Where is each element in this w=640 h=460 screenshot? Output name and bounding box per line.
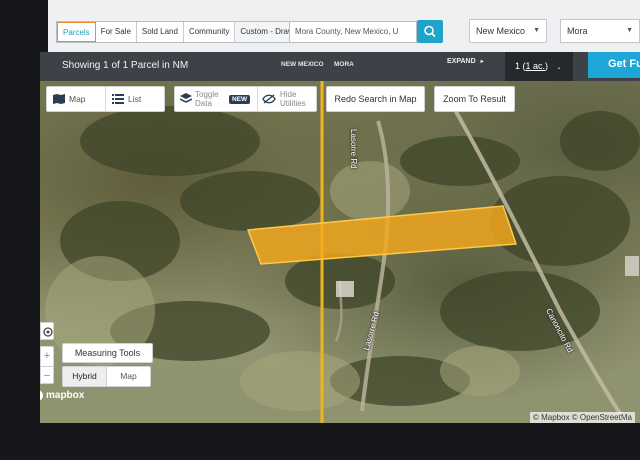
county-select[interactable]: Mora ▼	[560, 19, 640, 43]
building	[336, 281, 354, 297]
search-icon	[424, 25, 436, 38]
tab-community[interactable]: Community	[184, 22, 236, 42]
basemap-switcher: Hybrid Map	[62, 366, 151, 387]
hide-utilities-label-1: Hide	[280, 90, 297, 99]
state-select-value: New Mexico	[476, 26, 526, 36]
map-layer-button[interactable]: Map	[106, 367, 150, 386]
new-badge: NEW	[229, 95, 251, 104]
count-acres: 1 ac.	[525, 61, 546, 71]
hybrid-layer-button[interactable]: Hybrid	[63, 367, 106, 386]
mapbox-logo[interactable]: mapbox	[40, 390, 84, 401]
map-view-button[interactable]: Map	[47, 87, 105, 111]
county-select-value: Mora	[567, 26, 588, 36]
map-icon	[53, 94, 65, 104]
filter-tabs: Parcels For Sale Sold Land Community Cus…	[56, 21, 301, 43]
count-suffix: )	[545, 61, 549, 71]
chevron-right-icon: ▸	[480, 59, 484, 65]
search-button[interactable]	[417, 20, 443, 43]
view-toggle: Map List	[46, 86, 165, 112]
zoom-in-button[interactable]: +	[41, 347, 53, 366]
chevron-down-icon: ⌄	[556, 65, 562, 71]
tab-sold-land[interactable]: Sold Land	[137, 22, 184, 42]
redo-search-button[interactable]: Redo Search in Map	[326, 86, 425, 112]
hide-utilities-button[interactable]: Hide Utilities	[257, 87, 317, 111]
filter-toolbar: Parcels For Sale Sold Land Community Cus…	[48, 0, 640, 52]
count-prefix: 1 (	[515, 61, 526, 71]
locate-button[interactable]	[40, 322, 54, 340]
breadcrumb-state[interactable]: NEW MEXICO	[281, 61, 324, 68]
satellite-map[interactable]: Lasorre Rd Lasorre Rd Canoncito Rd Map L…	[40, 81, 640, 423]
device-screen: Parcels For Sale Sold Land Community Cus…	[0, 0, 640, 460]
zoom-to-result-button[interactable]: Zoom To Result	[434, 86, 515, 112]
parcel-count-dropdown[interactable]: 1 (1 ac.) ⌄	[505, 52, 573, 81]
state-select[interactable]: New Mexico ▼	[469, 19, 547, 43]
measuring-tools-button[interactable]: Measuring Tools	[62, 343, 153, 363]
chevron-down-icon: ▼	[533, 27, 540, 34]
map-view-label: Map	[69, 94, 86, 104]
location-search-input[interactable]: Mora County, New Mexico, U	[289, 21, 417, 43]
data-toggles: Toggle Data NEW Hide Utilities	[174, 86, 317, 112]
chevron-down-icon: ▼	[626, 27, 633, 34]
results-status-bar: Showing 1 of 1 Parcel in NM NEW MEXICO M…	[40, 52, 640, 81]
toggle-data-button[interactable]: Toggle Data NEW	[175, 87, 257, 111]
expand-label: EXPAND	[447, 58, 476, 65]
tab-parcels[interactable]: Parcels	[57, 22, 96, 42]
mapbox-logo-text: mapbox	[46, 390, 85, 401]
breadcrumb-county[interactable]: MORA	[334, 61, 354, 68]
list-view-label: List	[128, 94, 142, 104]
eye-slash-icon	[262, 94, 276, 104]
crosshair-icon	[43, 327, 53, 337]
map-attribution[interactable]: © Mapbox © OpenStreetMa	[530, 412, 635, 423]
list-icon	[112, 94, 124, 104]
list-view-button[interactable]: List	[105, 87, 164, 111]
hide-utilities-label-2: Utilities	[280, 99, 306, 108]
zoom-out-button[interactable]: −	[41, 366, 53, 385]
road-label-lasorre-north: Lasorre Rd	[349, 129, 358, 169]
expand-button[interactable]: EXPAND ▸	[447, 58, 484, 65]
results-count-text: Showing 1 of 1 Parcel in NM	[62, 60, 189, 71]
toggle-data-label-2: Data	[195, 99, 212, 108]
get-full-report-button[interactable]: Get Fu	[588, 52, 640, 78]
toggle-data-label-1: Toggle	[195, 90, 219, 99]
layers-icon	[180, 93, 192, 103]
building	[625, 256, 639, 276]
tab-for-sale[interactable]: For Sale	[96, 22, 137, 42]
mapbox-logo-icon	[40, 390, 43, 401]
zoom-control: + −	[40, 346, 54, 384]
